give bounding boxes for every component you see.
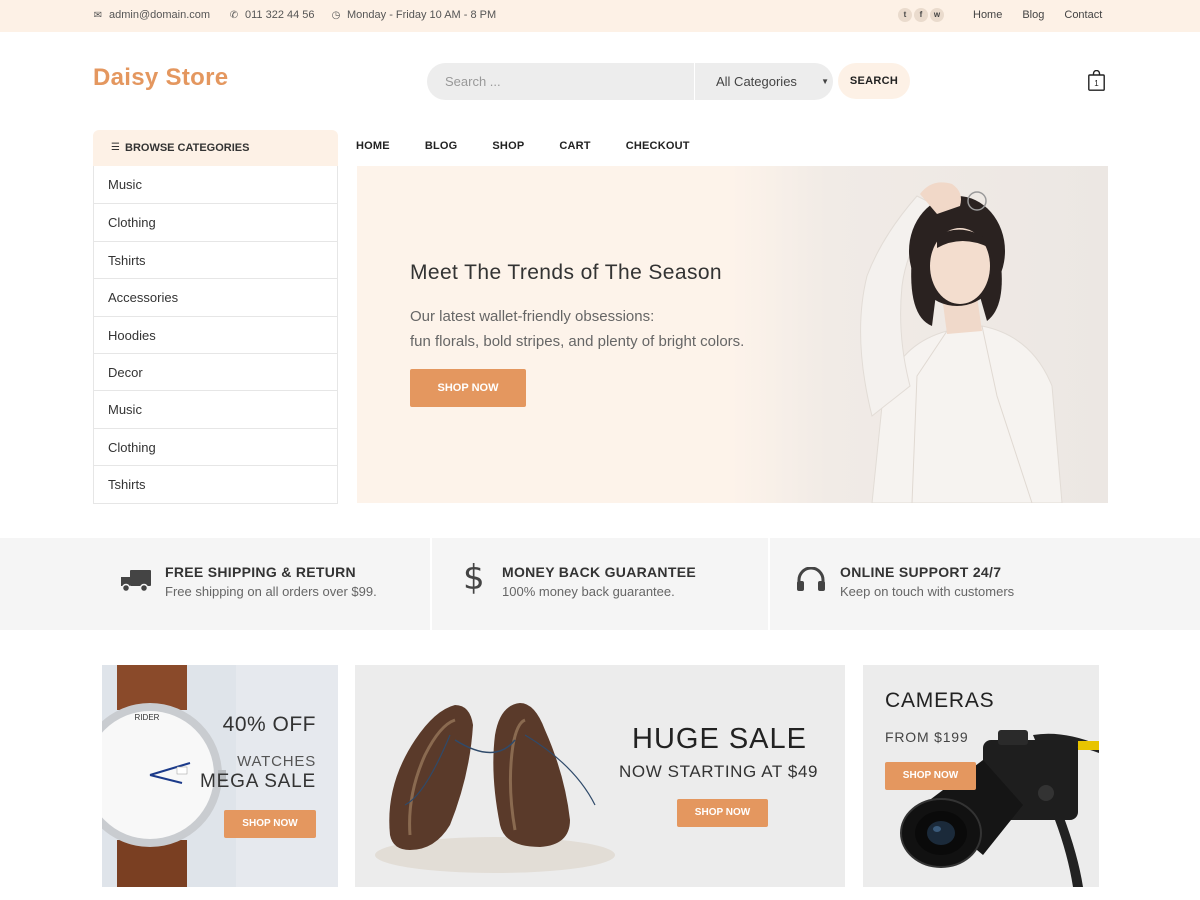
category-select[interactable]: All Categories ▼ [695, 63, 833, 100]
search-button[interactable]: SEARCH [838, 63, 910, 99]
nav-home[interactable]: HOME [356, 140, 390, 152]
search-bar: All Categories ▼ [427, 63, 833, 100]
nav-shop[interactable]: SHOP [492, 140, 524, 152]
hero-subtitle: Our latest wallet-friendly obsessions: f… [410, 304, 790, 354]
hero-title: Meet The Trends of The Season [410, 261, 723, 284]
watch-banner[interactable]: RIDER 40% OFF WATCHES MEGA SALE SHOP NOW [102, 665, 338, 887]
category-select-value: All Categories [716, 74, 797, 89]
feature-subtitle: Keep on touch with customers [840, 584, 1015, 599]
category-list: Music Clothing Tshirts Accessories Hoodi… [93, 166, 338, 504]
watch-discount: 40% OFF [222, 713, 316, 736]
hero-subtitle-line-2: fun florals, bold stripes, and plenty of… [410, 333, 745, 350]
category-item[interactable]: Hoodies [94, 315, 337, 353]
cart-count: 1 [1094, 79, 1099, 88]
camera-price: FROM $199 [885, 729, 969, 745]
caret-down-icon: ▼ [821, 77, 829, 86]
category-item[interactable]: Clothing [94, 427, 337, 465]
nav-blog[interactable]: BLOG [425, 140, 458, 152]
email-text: admin@domain.com [109, 9, 211, 21]
hero-shop-now-button[interactable]: SHOP NOW [410, 369, 526, 407]
watch-category: WATCHES [237, 753, 316, 770]
shoes-banner[interactable]: HUGE SALE NOW STARTING AT $49 SHOP NOW [355, 665, 845, 887]
feature-divider [768, 538, 770, 630]
category-item[interactable]: Tshirts [94, 240, 337, 278]
top-link-home[interactable]: Home [973, 9, 1002, 21]
contact-phone[interactable]: ✆ 011 322 44 56 [229, 9, 315, 21]
svg-text:RIDER: RIDER [135, 713, 160, 722]
weibo-icon[interactable]: w [930, 8, 944, 22]
watch-sale-label: MEGA SALE [200, 771, 316, 792]
hours-text: Monday - Friday 10 AM - 8 PM [347, 9, 497, 21]
feature-title: ONLINE SUPPORT 24/7 [840, 564, 1002, 580]
contact-email[interactable]: ✉ admin@domain.com [93, 9, 210, 21]
headphones-icon [797, 567, 825, 591]
shopping-bag-icon[interactable]: 1 [1088, 70, 1105, 91]
watch-shop-now-button[interactable]: SHOP NOW [224, 810, 316, 838]
nav-checkout[interactable]: CHECKOUT [626, 140, 690, 152]
dollar-icon: $ [463, 558, 485, 598]
feature-divider [430, 538, 432, 630]
shoes-shop-now-button[interactable]: SHOP NOW [677, 799, 768, 827]
facebook-icon[interactable]: f [914, 8, 928, 22]
category-item[interactable]: Decor [94, 352, 337, 390]
shoes-headline: HUGE SALE [632, 723, 807, 755]
list-icon: ☰ [111, 142, 120, 153]
top-links: Home Blog Contact [973, 9, 1102, 21]
category-item[interactable]: Tshirts [94, 465, 337, 502]
feature-subtitle: Free shipping on all orders over $99. [165, 584, 377, 599]
top-bar: ✉ admin@domain.com ✆ 011 322 44 56 ◷ Mon… [0, 0, 1200, 32]
feature-subtitle: 100% money back guarantee. [502, 584, 675, 599]
phone-text: 011 322 44 56 [245, 9, 315, 21]
sidebar-title: BROWSE CATEGORIES [125, 142, 250, 154]
features-strip: FREE SHIPPING & RETURN Free shipping on … [0, 538, 1200, 630]
shoes-price-line: NOW STARTING AT $49 [619, 762, 819, 781]
hero-slider: Meet The Trends of The Season Our latest… [357, 166, 1108, 503]
social-links: t f w [898, 8, 944, 22]
envelope-icon: ✉ [93, 9, 103, 21]
category-item[interactable]: Music [94, 390, 337, 427]
category-sidebar: ☰ BROWSE CATEGORIES Music Clothing Tshir… [93, 130, 338, 504]
category-item[interactable]: Music [94, 166, 337, 203]
main-nav: HOME BLOG SHOP CART CHECKOUT [356, 140, 725, 152]
hero-subtitle-line-1: Our latest wallet-friendly obsessions: [410, 308, 655, 325]
feature-title: FREE SHIPPING & RETURN [165, 564, 356, 580]
category-item[interactable]: Accessories [94, 278, 337, 315]
top-link-contact[interactable]: Contact [1064, 9, 1102, 21]
phone-icon: ✆ [229, 9, 239, 21]
feature-shipping: FREE SHIPPING & RETURN Free shipping on … [0, 538, 430, 630]
clock-icon: ◷ [331, 9, 341, 21]
sidebar-header[interactable]: ☰ BROWSE CATEGORIES [93, 130, 338, 166]
twitter-icon[interactable]: t [898, 8, 912, 22]
feature-guarantee: $ MONEY BACK GUARANTEE 100% money back g… [430, 538, 768, 630]
nav-cart[interactable]: CART [559, 140, 590, 152]
shoes-image [375, 703, 615, 873]
category-item[interactable]: Clothing [94, 203, 337, 240]
search-input[interactable] [427, 63, 695, 100]
site-logo[interactable]: Daisy Store [93, 64, 228, 92]
feature-support: ONLINE SUPPORT 24/7 Keep on touch with c… [768, 538, 1200, 630]
feature-title: MONEY BACK GUARANTEE [502, 564, 696, 580]
camera-banner[interactable]: CAMERAS FROM $199 SHOP NOW [863, 665, 1099, 887]
truck-icon [121, 570, 151, 593]
camera-shop-now-button[interactable]: SHOP NOW [885, 762, 976, 790]
camera-title: CAMERAS [885, 689, 995, 712]
top-link-blog[interactable]: Blog [1022, 9, 1044, 21]
business-hours: ◷ Monday - Friday 10 AM - 8 PM [331, 9, 497, 21]
